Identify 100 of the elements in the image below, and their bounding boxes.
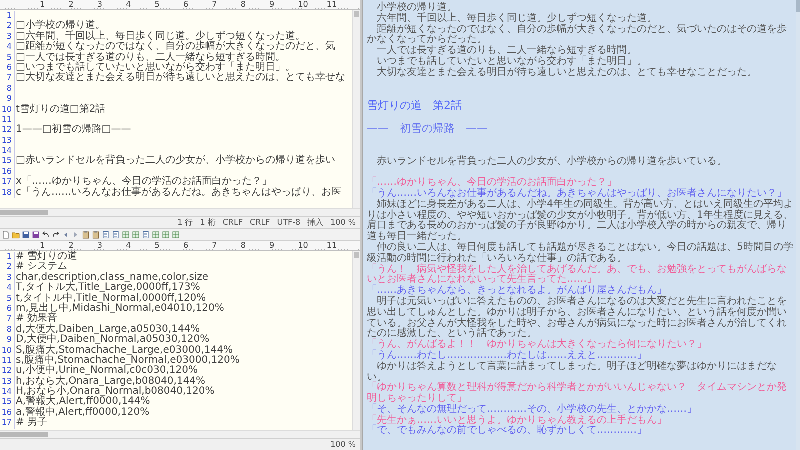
redo-icon[interactable] [52,230,60,238]
line-number: 6 [0,304,15,314]
status-text: 1 桁 [200,217,216,228]
dialogue-line: 「そ、そんなの無理だって…………その、小学校の先生、とかかな……」 [367,404,698,415]
line-number: 17 [0,177,15,188]
line-number: 16 [0,408,15,418]
line-number: 5 [0,52,15,63]
dialogue-line: 「うん……いろんなお仕事があるんだね。あきちゃんはやっぱり、お医者さんになりたい？」 [367,188,788,199]
code-line: t,タイトル中,Title_Normal,0000ff,120% [15,294,206,304]
arrow-left-icon[interactable] [62,230,70,238]
code-line: □赤いランドセルを背負った二人の少女が、小学校からの帰り道を歩い [15,156,336,167]
code-line: □六年間、千回以上、毎日歩く同じ道。少しずつ短くなった道。 [15,32,306,42]
line-number: 11 [0,356,15,366]
page-icon[interactable] [142,230,150,238]
status-text: 挿入 [308,217,324,228]
code-line: □いつまでも話していたいと思いながら交わす「また明日」。 [15,62,296,73]
line-number: 8 [0,324,15,336]
section-heading: —— 初雪の帰路 —— [367,122,489,135]
code-line: H,おなら小,Onara_Normal,b08040,120% [15,387,215,398]
narration-text: 赤いランドセルを背負った二人の少女が、小学校からの帰り道を歩いている。 [376,156,728,168]
line-number: 18 [0,188,15,198]
ruler-number: 8 [240,0,247,9]
ruler-number: 1 [40,241,46,250]
dialogue-line: 「……あきちゃんなら、きっとなれるよ。がんばり屋さんだもん」 [367,286,668,296]
ruler-number: 1 [40,0,46,9]
status-text: 100 % [330,218,356,227]
code-line: S,腹痛大,Stomachache_Large,e03000,144% [15,346,233,356]
dialogue-line: 「うん！ 病気や怪我をした人を治してあげるんだ。あ、でも、お勉強をとってもがんばらないとお医者さんになれないって先生言ってた……」 [367,264,788,286]
page-icon[interactable] [112,230,120,238]
ruler-number: 6 [183,0,190,9]
clipboard-icon[interactable] [92,230,100,238]
ruler-number: 9 [270,0,276,9]
code-line: h,おなら大,Onara_Large,b08040,144% [15,376,206,387]
code-line: □距離が短くなったのではなく、自分の歩幅が大きくなったのだと、気 [15,42,336,52]
code-line: d,大便大,Daiben_Large,a05030,144% [15,324,200,335]
narration-text: 仲の良い二人は、毎日何度も話しても話題が尽きることはない。今日の話題は、5時間目の学級活動の時間に行われた「いろいろな仕事」の話である。 [367,242,794,264]
line-number: 7 [0,314,15,325]
ruler-number: 4 [126,241,132,250]
code-line: m,見出し中,Midashi_Normal,e04010,120% [15,304,224,314]
page-icon[interactable] [102,230,110,238]
ruler-number: 2 [68,0,75,9]
line-number: 3 [0,272,15,284]
dialogue-line: 「先生かぁ……いいと思うよ。ゆかりちゃん教えるの上手だもん」 [367,416,668,426]
grid-icon[interactable] [172,230,180,238]
ruler-number: 5 [154,241,161,250]
line-number: 11 [0,114,15,126]
vertical-scrollbar[interactable] [352,10,360,208]
code-line: □小学校の帰り道。 [15,21,106,32]
line-number: 12 [0,366,15,377]
code-line: A,警報大,Alert,ff0000,144% [15,397,150,408]
line-number: 9 [0,94,15,105]
line-number: 17 [0,418,15,429]
dialogue-line: 「うん……わたし………………わたしは……ええと…………」 [367,350,648,361]
code-line: u,小便中,Urine_Normal,c0c030,120% [15,366,198,376]
vertical-scrollbar[interactable] [352,251,360,430]
line-number: 16 [0,166,15,178]
line-number: 13 [0,376,15,388]
grid-icon[interactable] [152,230,160,238]
status-text: UTF-8 [277,218,301,227]
line-number: 1 [0,11,15,22]
grid-icon[interactable] [122,230,130,238]
clipboard-icon[interactable] [82,230,90,238]
code-line: # 雪灯りの道 [15,252,78,262]
code-line: # システム [15,262,68,272]
grid-icon[interactable] [162,230,170,238]
ruler-number: 3 [97,0,104,9]
code-line: D,大便中,Daiben_Normal,a05030,120% [15,335,210,346]
narration-text: 小学校の帰り道。 [376,3,458,13]
ruler-number: 7 [212,241,218,250]
line-number: 9 [0,335,15,346]
line-number: 10 [0,104,15,115]
grid-icon[interactable] [132,230,140,238]
code-line: s,腹痛中,Stomachache_Normal,e03000,120% [15,356,240,366]
arrow-right-icon[interactable] [72,230,80,238]
code-line: t雪灯りの道□第2話 [15,104,106,115]
line-number: 3 [0,32,15,42]
status-text: CRLF [250,218,270,227]
document-icon[interactable] [2,230,10,238]
undo-icon[interactable] [42,230,50,238]
ruler-number: 8 [240,241,247,250]
narration-text: 六年間、千回以上、毎日歩く同じ道。少しずつ短くなった道。 [376,14,658,24]
line-number: 2 [0,21,15,32]
status-text: 1 行 [178,217,194,228]
folder-icon[interactable] [12,230,20,238]
code-line: a,警報中,Alert,ff0000,120% [15,408,150,418]
narration-text: 距離が短くなったのではなく、自分の歩幅が大きくなったのだと、気づいたのはその道を歩かなくなってからだった。 [367,24,788,46]
line-number: 14 [0,146,15,156]
status-text: CRLF [222,218,244,227]
line-number: 13 [0,136,15,146]
narration-text: 姉妹ほどに身長差がある二人は、小学4年生の同級生。背が高い方、とはいえ同級生の平均よりは小さい程度の、やや短いおかっぱ髪の少女が小牧明子。背が低い方、1年生程度に見える、肩口まである長めのおかっぱ髪の子が良野ゆかり。二人は小学校入学の時からの親友で、帰り道も毎日一緒だった。 [367,200,794,242]
code-line: x「……ゆかりちゃん、今日の学活のお話面白かった？」 [15,177,272,188]
narration-text: 大切な友達とまた会える明日が待ち遠しいと思えたのは、とても幸せなことだった。 [376,68,758,79]
code-line: T,タイトル大,Title_Large,0000ff,173% [15,283,200,294]
ruler-number: 3 [97,241,104,250]
horizontal-scrollbar[interactable] [0,430,360,438]
ruler-number: 6 [183,241,190,250]
code-line: □一人では長すぎる道のりも、二人一緒なら短すぎる時間。 [15,52,286,63]
narration-text: 一人では長すぎる道のりも、二人一緒なら短すぎる時間。 [376,46,638,56]
line-number: 4 [0,42,15,53]
horizontal-scrollbar[interactable] [0,208,360,216]
